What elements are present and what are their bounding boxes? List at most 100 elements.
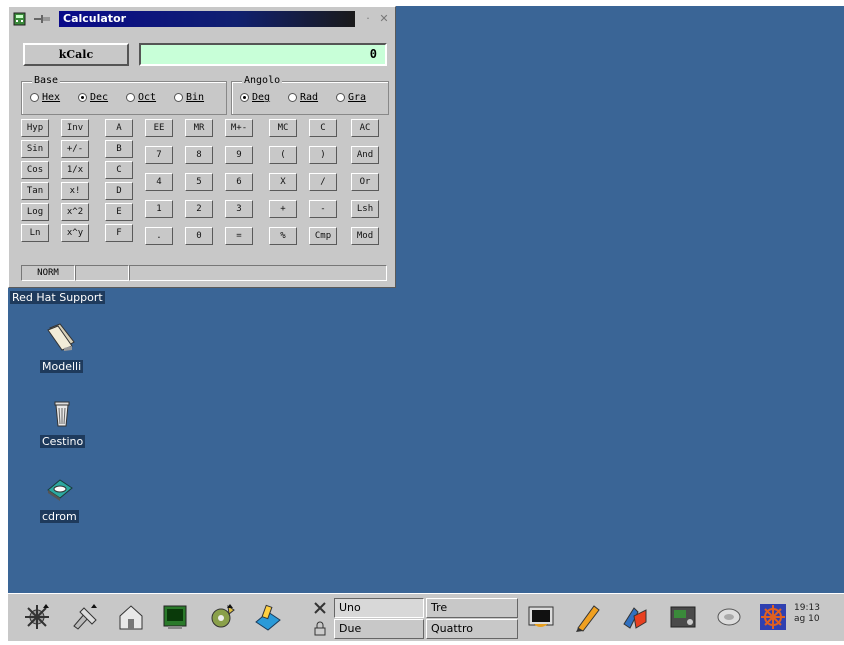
desktop-button-due[interactable]: Due <box>334 619 424 639</box>
angle-group: Angolo Deg Rad Gra <box>231 75 389 115</box>
key-or[interactable]: Or <box>351 173 379 191</box>
desktop-icon-label-support[interactable]: Red Hat Support <box>10 291 105 304</box>
key-b[interactable]: B <box>105 140 133 158</box>
status-cell-3 <box>129 265 387 281</box>
radio-hex[interactable]: Hex <box>30 92 60 103</box>
help-icon[interactable] <box>252 602 282 632</box>
key-3[interactable]: 3 <box>225 200 253 218</box>
key-and[interactable]: And <box>351 146 379 164</box>
key-4[interactable]: 4 <box>145 173 173 191</box>
base-group-title: Base <box>32 75 61 86</box>
key-f[interactable]: F <box>105 224 133 242</box>
title-bar[interactable]: Calculator · ✕ <box>11 9 393 29</box>
key-mod[interactable]: Mod <box>351 227 379 245</box>
desktop-button-quattro[interactable]: Quattro <box>426 619 518 639</box>
radio-deg[interactable]: Deg <box>240 92 270 103</box>
key-hyp[interactable]: Hyp <box>21 119 49 137</box>
key-ac[interactable]: AC <box>351 119 379 137</box>
media-player-icon[interactable] <box>668 602 698 632</box>
radio-oct[interactable]: Oct <box>126 92 156 103</box>
key-reciprocal[interactable]: 1/x <box>61 161 89 179</box>
key-mplusminus[interactable]: M+- <box>225 119 253 137</box>
desktop-icon-label-modelli[interactable]: Modelli <box>40 360 84 373</box>
clock-date: ag 10 <box>794 614 820 624</box>
key-open-paren[interactable]: ( <box>269 146 297 164</box>
clock-time: 19:13 <box>794 603 820 613</box>
key-d[interactable]: D <box>105 182 133 200</box>
key-square[interactable]: x^2 <box>61 203 89 221</box>
k-menu-icon[interactable] <box>22 602 52 632</box>
ship-wheel-icon[interactable] <box>758 602 788 632</box>
key-c[interactable]: C <box>309 119 337 137</box>
taskbar: Uno Tre Due Quattro 19:13 ag 10 <box>8 593 844 641</box>
konqueror-icon[interactable] <box>620 602 650 632</box>
key-mc[interactable]: MC <box>269 119 297 137</box>
angle-group-title: Angolo <box>242 75 283 86</box>
key-minus[interactable]: - <box>309 200 337 218</box>
close-button[interactable]: ✕ <box>377 12 391 26</box>
radio-dec[interactable]: Dec <box>78 92 108 103</box>
home-icon[interactable] <box>116 602 146 632</box>
key-factorial[interactable]: x! <box>61 182 89 200</box>
radio-gra[interactable]: Gra <box>336 92 366 103</box>
tools-icon[interactable] <box>70 602 100 632</box>
key-2[interactable]: 2 <box>185 200 213 218</box>
pager-icon[interactable] <box>312 600 328 616</box>
key-lsh[interactable]: Lsh <box>351 200 379 218</box>
base-group: Base Hex Dec Oct Bin <box>21 75 227 115</box>
status-cell-2 <box>75 265 129 281</box>
key-0[interactable]: 0 <box>185 227 213 245</box>
control-center-icon[interactable] <box>206 602 236 632</box>
folder-icon[interactable] <box>44 320 78 354</box>
desktop-icon-label-cestino[interactable]: Cestino <box>40 435 86 448</box>
cdrom-icon[interactable] <box>44 472 78 506</box>
key-close-paren[interactable]: ) <box>309 146 337 164</box>
key-cmp[interactable]: Cmp <box>309 227 337 245</box>
key-plus[interactable]: + <box>269 200 297 218</box>
clock[interactable]: 19:13 ag 10 <box>794 603 820 625</box>
status-mode: NORM <box>21 265 75 281</box>
key-multiply[interactable]: X <box>269 173 297 191</box>
key-equals[interactable]: = <box>225 227 253 245</box>
key-divide[interactable]: / <box>309 173 337 191</box>
key-sin[interactable]: Sin <box>21 140 49 158</box>
network-icon[interactable] <box>714 602 744 632</box>
key-power[interactable]: x^y <box>61 224 89 242</box>
desktop-button-uno[interactable]: Uno <box>334 598 424 618</box>
key-ln[interactable]: Ln <box>21 224 49 242</box>
key-e[interactable]: E <box>105 203 133 221</box>
desktop-button-tre[interactable]: Tre <box>426 598 518 618</box>
lock-icon[interactable] <box>312 621 328 637</box>
key-hex-c[interactable]: C <box>105 161 133 179</box>
desktop-icon-label-cdrom[interactable]: cdrom <box>40 510 79 523</box>
key-a[interactable]: A <box>105 119 133 137</box>
trash-icon[interactable] <box>46 396 80 430</box>
minimize-button[interactable]: · <box>361 12 375 26</box>
key-percent[interactable]: % <box>269 227 297 245</box>
key-log[interactable]: Log <box>21 203 49 221</box>
key-5[interactable]: 5 <box>185 173 213 191</box>
console-icon[interactable] <box>526 602 556 632</box>
kcalc-button[interactable]: kCalc <box>23 43 129 66</box>
radio-bin[interactable]: Bin <box>174 92 204 103</box>
status-bar: NORM <box>21 265 387 281</box>
key-9[interactable]: 9 <box>225 146 253 164</box>
pin-icon[interactable] <box>33 13 51 25</box>
key-mr[interactable]: MR <box>185 119 213 137</box>
calculator-window: Calculator · ✕ kCalc 0 Base Hex Dec Oct … <box>8 6 396 288</box>
key-ee[interactable]: EE <box>145 119 173 137</box>
key-1[interactable]: 1 <box>145 200 173 218</box>
key-7[interactable]: 7 <box>145 146 173 164</box>
key-inv[interactable]: Inv <box>61 119 89 137</box>
app-menu-icon[interactable] <box>13 12 26 26</box>
terminal-icon[interactable] <box>160 602 190 632</box>
key-decimal[interactable]: . <box>145 227 173 245</box>
key-6[interactable]: 6 <box>225 173 253 191</box>
key-plusminus[interactable]: +/- <box>61 140 89 158</box>
editor-icon[interactable] <box>572 602 602 632</box>
calculator-display: 0 <box>139 43 387 66</box>
radio-rad[interactable]: Rad <box>288 92 318 103</box>
key-tan[interactable]: Tan <box>21 182 49 200</box>
key-8[interactable]: 8 <box>185 146 213 164</box>
key-cos[interactable]: Cos <box>21 161 49 179</box>
